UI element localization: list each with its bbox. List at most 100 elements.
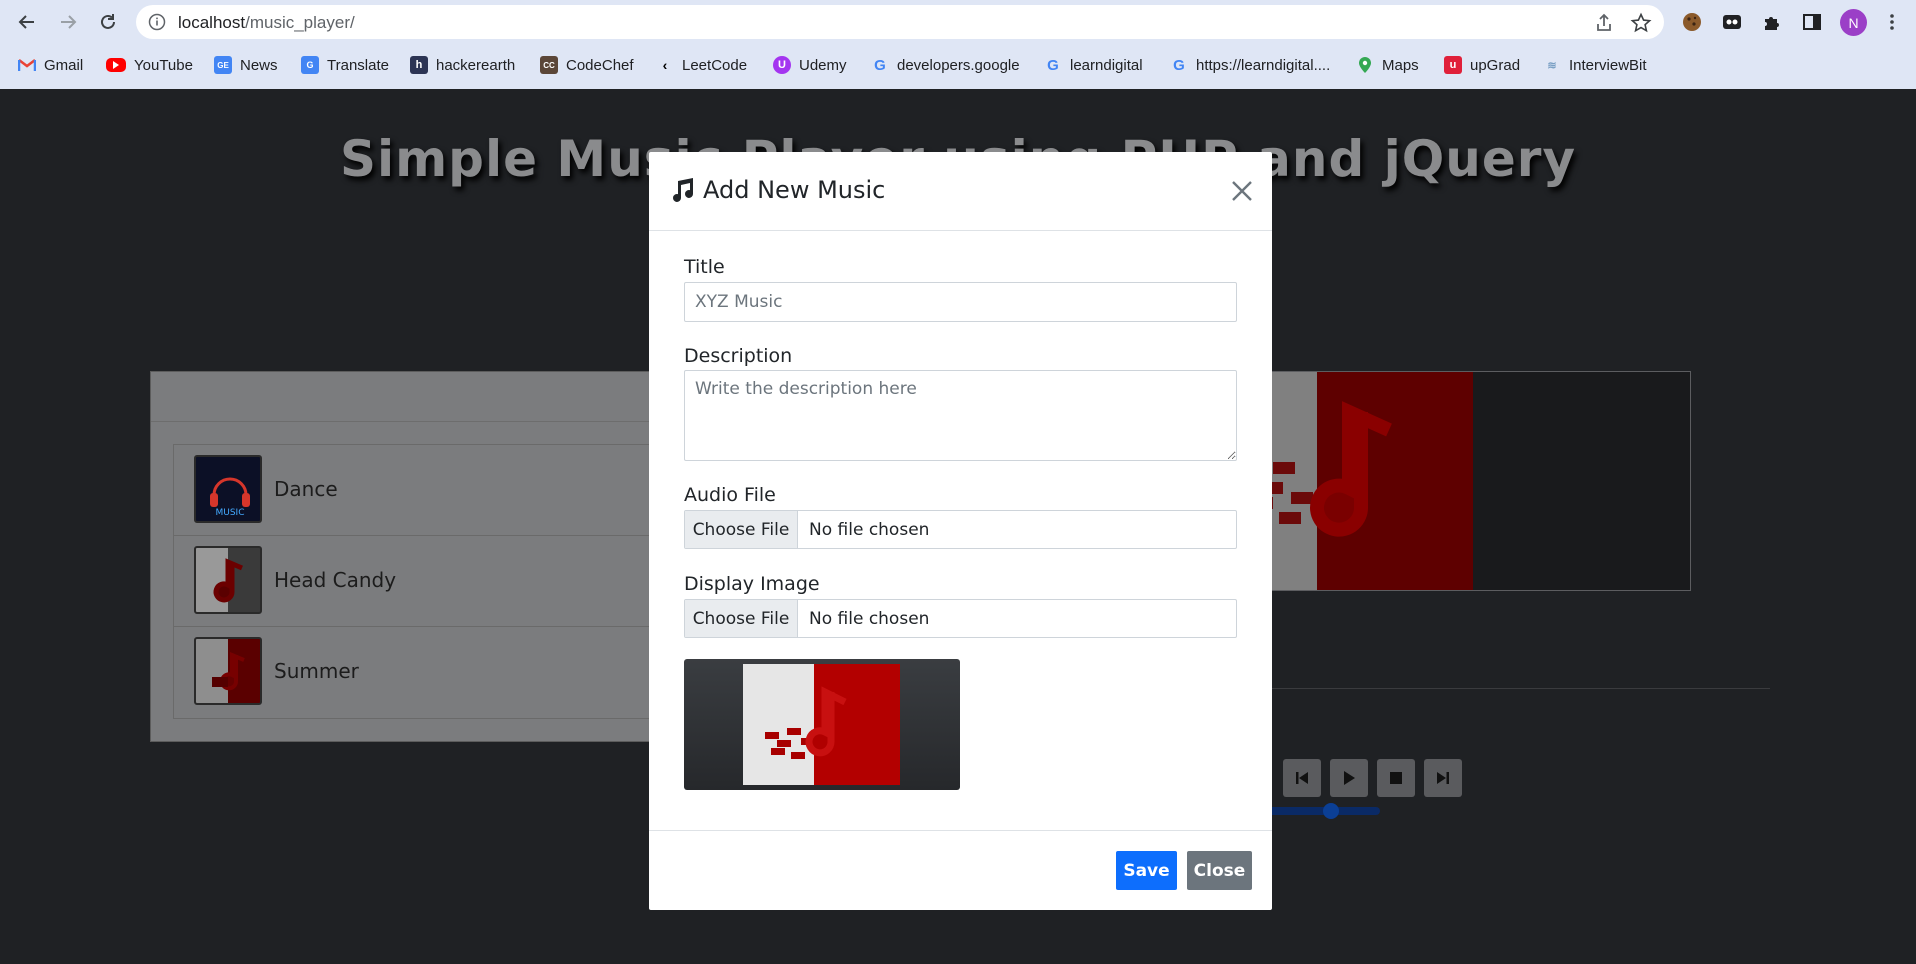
image-file-input[interactable]: Choose File No file chosen <box>684 599 1237 638</box>
previous-button[interactable] <box>1283 759 1321 797</box>
music-note-icon <box>673 178 693 202</box>
track-thumbnail <box>194 546 262 614</box>
bookmark-label: LeetCode <box>682 56 748 74</box>
bookmark-maps[interactable]: Maps <box>1356 53 1419 77</box>
forward-button[interactable] <box>54 8 82 36</box>
stop-icon <box>1390 772 1402 784</box>
bookmark-label: learndigital <box>1070 56 1143 74</box>
arrow-right-icon <box>61 15 77 29</box>
modal-header: Add New Music <box>649 152 1272 231</box>
bookmark-label: https://learndigital.... <box>1196 56 1331 74</box>
bookmark-gmail[interactable]: Gmail <box>18 53 83 77</box>
play-button[interactable] <box>1330 759 1368 797</box>
bookmark-label: Udemy <box>799 56 847 74</box>
google-icon: G <box>874 56 886 74</box>
choose-file-button[interactable]: Choose File <box>685 511 798 548</box>
track-name: Dance <box>274 477 338 501</box>
extensions-puzzle-icon[interactable] <box>1760 10 1784 34</box>
bookmark-label: Gmail <box>44 56 84 74</box>
bookmark-udemy[interactable]: U Udemy <box>773 53 847 77</box>
audio-file-input[interactable]: Choose File No file chosen <box>684 510 1237 549</box>
description-textarea[interactable] <box>684 370 1237 461</box>
bookmark-developers-google[interactable]: G developers.google <box>871 53 1020 77</box>
bookmark-interviewbit[interactable]: ≋ InterviewBit <box>1543 53 1647 77</box>
svg-text:MUSIC: MUSIC <box>215 508 244 518</box>
next-button[interactable] <box>1424 759 1462 797</box>
address-bar[interactable]: localhost/music_player/ <box>136 5 1664 39</box>
track-thumbnail: MUSIC <box>194 455 262 523</box>
bookmark-label: Maps <box>1382 56 1419 74</box>
translate-icon: G <box>301 56 319 74</box>
progress-knob[interactable] <box>1322 803 1339 819</box>
browser-toolbar: localhost/music_player/ N <box>0 0 1916 44</box>
stop-button[interactable] <box>1377 759 1415 797</box>
bookmark-label: developers.google <box>897 56 1020 74</box>
interviewbit-icon: ≋ <box>1547 59 1557 72</box>
bookmark-label: InterviewBit <box>1569 56 1647 74</box>
bookmark-youtube[interactable]: YouTube <box>106 53 193 77</box>
display-image-label: Display Image <box>684 573 820 595</box>
leetcode-icon: ‹ <box>662 57 668 73</box>
profile-avatar[interactable]: N <box>1840 9 1867 36</box>
bookmark-leetcode[interactable]: ‹ LeetCode <box>656 53 747 77</box>
track-name: Head Candy <box>274 568 397 592</box>
preview-image <box>743 664 900 785</box>
track-name: Summer <box>274 659 359 683</box>
audio-file-label: Audio File <box>684 484 776 506</box>
skip-forward-icon <box>1437 772 1449 784</box>
close-button[interactable]: Close <box>1187 851 1252 890</box>
reload-icon <box>101 14 115 29</box>
arrow-left-icon <box>18 15 34 29</box>
divider <box>1230 688 1770 689</box>
track-thumbnail <box>194 637 262 705</box>
codechef-icon: CC <box>540 56 558 74</box>
upgrad-icon: u <box>1444 56 1462 74</box>
gmail-icon <box>18 56 36 74</box>
info-icon[interactable] <box>148 13 166 31</box>
url-text[interactable]: localhost/music_player/ <box>178 13 355 33</box>
save-button[interactable]: Save <box>1116 851 1177 890</box>
file-name-text: No file chosen <box>809 519 930 540</box>
title-label: Title <box>684 256 725 278</box>
add-music-modal: Add New Music Title Description Audio Fi… <box>649 152 1272 910</box>
music-art-icon <box>765 686 847 759</box>
bookmark-hackerearth[interactable]: h hackerearth <box>410 53 515 77</box>
title-input[interactable] <box>684 282 1237 322</box>
more-menu-icon[interactable] <box>1880 10 1904 34</box>
share-icon[interactable] <box>1593 12 1615 34</box>
bookmark-codechef[interactable]: CC CodeChef <box>540 53 634 77</box>
description-label: Description <box>684 345 793 367</box>
bookmark-learndigital-url[interactable]: G https://learndigital.... <box>1170 53 1330 77</box>
bookmark-learndigital[interactable]: G learndigital <box>1044 53 1143 77</box>
now-playing-cover <box>1230 371 1691 591</box>
google-icon: G <box>1173 56 1185 74</box>
choose-file-button[interactable]: Choose File <box>685 600 798 637</box>
cookie-extension-icon[interactable] <box>1680 10 1704 34</box>
google-news-icon: GE <box>214 56 232 74</box>
skip-back-icon <box>1296 772 1308 784</box>
hackerearth-icon: h <box>410 56 428 74</box>
bookmark-label: YouTube <box>134 56 193 74</box>
close-icon[interactable] <box>1229 178 1255 204</box>
side-panel-icon[interactable] <box>1800 10 1824 34</box>
bookmark-upgrad[interactable]: u upGrad <box>1444 53 1520 77</box>
bookmark-label: News <box>240 56 278 74</box>
browser-chrome: localhost/music_player/ N Gmail YouTube <box>0 0 1916 89</box>
bookmark-news[interactable]: GE News <box>214 53 278 77</box>
bookmark-label: hackerearth <box>436 56 516 74</box>
bookmark-translate[interactable]: G Translate <box>301 53 389 77</box>
reload-button[interactable] <box>94 8 122 36</box>
modal-title: Add New Music <box>669 176 885 204</box>
file-name-text: No file chosen <box>809 608 930 629</box>
image-preview <box>684 659 960 790</box>
bookmark-label: upGrad <box>1470 56 1521 74</box>
bookmark-label: CodeChef <box>566 56 634 74</box>
play-icon <box>1344 771 1355 785</box>
youtube-icon <box>106 58 126 72</box>
star-icon[interactable] <box>1630 12 1652 34</box>
back-button[interactable] <box>13 8 41 36</box>
url-host: localhost <box>178 13 246 32</box>
google-icon: G <box>1047 56 1059 74</box>
modal-footer: Save Close <box>649 830 1272 910</box>
extension-mask-icon[interactable] <box>1720 10 1744 34</box>
